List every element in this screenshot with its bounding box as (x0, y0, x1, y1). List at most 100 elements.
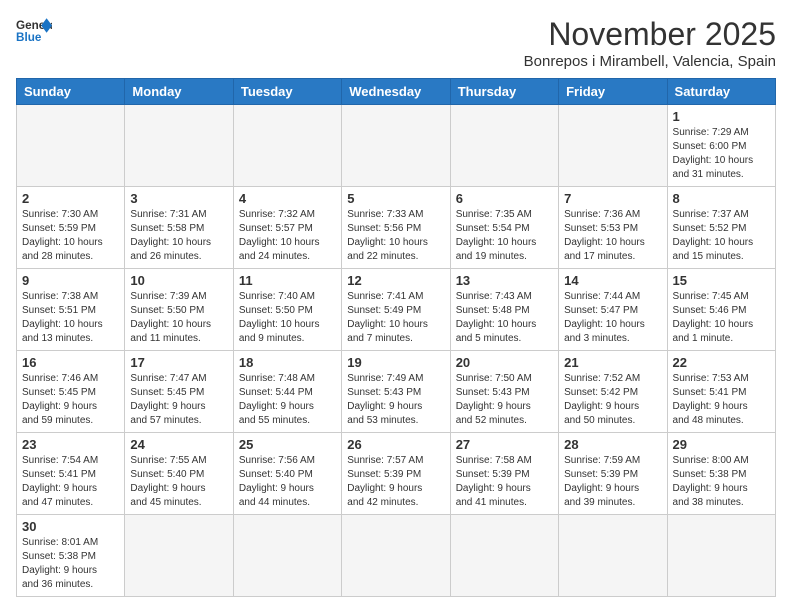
calendar-row: 16Sunrise: 7:46 AM Sunset: 5:45 PM Dayli… (17, 351, 776, 433)
calendar-cell: 1 Sunrise: 7:29 AM Sunset: 6:00 PM Daylig… (667, 105, 775, 187)
day-number: 24 (130, 437, 227, 452)
calendar-cell: 16Sunrise: 7:46 AM Sunset: 5:45 PM Dayli… (17, 351, 125, 433)
calendar-cell: 10Sunrise: 7:39 AM Sunset: 5:50 PM Dayli… (125, 269, 233, 351)
day-number: 26 (347, 437, 444, 452)
calendar-cell: 28 Sunrise: 7:59 AM Sunset: 5:39 PM Dayli… (559, 433, 667, 515)
calendar-cell: 19 Sunrise: 7:49 AM Sunset: 5:43 PM Dayli… (342, 351, 450, 433)
day-number: 13 (456, 273, 553, 288)
day-number: 16 (22, 355, 119, 370)
header-sunday: Sunday (17, 79, 125, 105)
day-info: Sunrise: 7:43 AM Sunset: 5:48 PM Dayligh… (456, 290, 553, 346)
day-info: Sunrise: 7:29 AM Sunset: 6:00 PM Dayligh… (673, 126, 770, 182)
calendar-cell: 20 Sunrise: 7:50 AM Sunset: 5:43 PM Dayli… (450, 351, 558, 433)
day-number: 11 (239, 273, 336, 288)
calendar-cell: 14Sunrise: 7:44 AM Sunset: 5:47 PM Dayli… (559, 269, 667, 351)
day-number: 9 (22, 273, 119, 288)
day-number: 17 (130, 355, 227, 370)
location: Bonrepos i Mirambell, Valencia, Spain (524, 53, 776, 70)
header-monday: Monday (125, 79, 233, 105)
header-tuesday: Tuesday (233, 79, 341, 105)
calendar-cell: 25 Sunrise: 7:56 AM Sunset: 5:40 PM Dayli… (233, 433, 341, 515)
day-info: Sunrise: 7:38 AM Sunset: 5:51 PM Dayligh… (22, 290, 119, 346)
calendar-row: 9 Sunrise: 7:38 AM Sunset: 5:51 PM Daylig… (17, 269, 776, 351)
logo: General Blue (16, 16, 52, 44)
day-info: Sunrise: 7:57 AM Sunset: 5:39 PM Dayligh… (347, 454, 444, 510)
calendar-cell (17, 105, 125, 187)
calendar-cell: 12Sunrise: 7:41 AM Sunset: 5:49 PM Dayli… (342, 269, 450, 351)
day-info: Sunrise: 7:53 AM Sunset: 5:41 PM Dayligh… (673, 372, 770, 428)
header-wednesday: Wednesday (342, 79, 450, 105)
calendar-cell: 7 Sunrise: 7:36 AM Sunset: 5:53 PM Daylig… (559, 187, 667, 269)
day-info: Sunrise: 7:56 AM Sunset: 5:40 PM Dayligh… (239, 454, 336, 510)
day-info: Sunrise: 7:54 AM Sunset: 5:41 PM Dayligh… (22, 454, 119, 510)
day-number: 28 (564, 437, 661, 452)
day-number: 29 (673, 437, 770, 452)
day-info: Sunrise: 7:58 AM Sunset: 5:39 PM Dayligh… (456, 454, 553, 510)
day-info: Sunrise: 7:55 AM Sunset: 5:40 PM Dayligh… (130, 454, 227, 510)
calendar-table: Sunday Monday Tuesday Wednesday Thursday… (16, 78, 776, 597)
day-info: Sunrise: 7:50 AM Sunset: 5:43 PM Dayligh… (456, 372, 553, 428)
calendar-cell: 26 Sunrise: 7:57 AM Sunset: 5:39 PM Dayli… (342, 433, 450, 515)
logo-icon: General Blue (16, 16, 52, 44)
day-info: Sunrise: 8:01 AM Sunset: 5:38 PM Dayligh… (22, 536, 119, 592)
day-info: Sunrise: 7:45 AM Sunset: 5:46 PM Dayligh… (673, 290, 770, 346)
page-header: General Blue November 2025 Bonrepos i Mi… (16, 16, 776, 70)
day-number: 1 (673, 109, 770, 124)
day-number: 12 (347, 273, 444, 288)
calendar-row: 2 Sunrise: 7:30 AM Sunset: 5:59 PM Daylig… (17, 187, 776, 269)
day-number: 18 (239, 355, 336, 370)
calendar-cell: 18Sunrise: 7:48 AM Sunset: 5:44 PM Dayli… (233, 351, 341, 433)
header-saturday: Saturday (667, 79, 775, 105)
day-info: Sunrise: 7:37 AM Sunset: 5:52 PM Dayligh… (673, 208, 770, 264)
day-number: 21 (564, 355, 661, 370)
calendar-cell: 5 Sunrise: 7:33 AM Sunset: 5:56 PM Daylig… (342, 187, 450, 269)
day-number: 25 (239, 437, 336, 452)
day-number: 19 (347, 355, 444, 370)
calendar-cell: 6 Sunrise: 7:35 AM Sunset: 5:54 PM Daylig… (450, 187, 558, 269)
day-number: 5 (347, 191, 444, 206)
day-info: Sunrise: 7:59 AM Sunset: 5:39 PM Dayligh… (564, 454, 661, 510)
calendar-cell (342, 515, 450, 597)
calendar-cell (450, 515, 558, 597)
day-info: Sunrise: 7:33 AM Sunset: 5:56 PM Dayligh… (347, 208, 444, 264)
header-thursday: Thursday (450, 79, 558, 105)
calendar-cell: 15 Sunrise: 7:45 AM Sunset: 5:46 PM Dayli… (667, 269, 775, 351)
day-number: 27 (456, 437, 553, 452)
calendar-cell (233, 105, 341, 187)
day-info: Sunrise: 7:32 AM Sunset: 5:57 PM Dayligh… (239, 208, 336, 264)
day-info: Sunrise: 7:30 AM Sunset: 5:59 PM Dayligh… (22, 208, 119, 264)
day-info: Sunrise: 7:40 AM Sunset: 5:50 PM Dayligh… (239, 290, 336, 346)
month-title: November 2025 (524, 16, 776, 53)
calendar-cell: 13 Sunrise: 7:43 AM Sunset: 5:48 PM Dayli… (450, 269, 558, 351)
calendar-cell: 8Sunrise: 7:37 AM Sunset: 5:52 PM Daylig… (667, 187, 775, 269)
calendar-cell: 2 Sunrise: 7:30 AM Sunset: 5:59 PM Daylig… (17, 187, 125, 269)
day-info: Sunrise: 8:00 AM Sunset: 5:38 PM Dayligh… (673, 454, 770, 510)
day-info: Sunrise: 7:31 AM Sunset: 5:58 PM Dayligh… (130, 208, 227, 264)
calendar-row: 30 Sunrise: 8:01 AM Sunset: 5:38 PM Dayli… (17, 515, 776, 597)
day-number: 22 (673, 355, 770, 370)
day-number: 20 (456, 355, 553, 370)
calendar-row: 1 Sunrise: 7:29 AM Sunset: 6:00 PM Daylig… (17, 105, 776, 187)
svg-text:Blue: Blue (16, 31, 42, 44)
day-number: 14 (564, 273, 661, 288)
day-number: 30 (22, 519, 119, 534)
day-info: Sunrise: 7:35 AM Sunset: 5:54 PM Dayligh… (456, 208, 553, 264)
calendar-cell (342, 105, 450, 187)
day-info: Sunrise: 7:36 AM Sunset: 5:53 PM Dayligh… (564, 208, 661, 264)
day-number: 15 (673, 273, 770, 288)
calendar-cell (125, 105, 233, 187)
day-number: 7 (564, 191, 661, 206)
weekday-header-row: Sunday Monday Tuesday Wednesday Thursday… (17, 79, 776, 105)
calendar-cell: 11 Sunrise: 7:40 AM Sunset: 5:50 PM Dayli… (233, 269, 341, 351)
day-info: Sunrise: 7:49 AM Sunset: 5:43 PM Dayligh… (347, 372, 444, 428)
calendar-cell (559, 515, 667, 597)
calendar-cell (667, 515, 775, 597)
day-number: 6 (456, 191, 553, 206)
day-info: Sunrise: 7:47 AM Sunset: 5:45 PM Dayligh… (130, 372, 227, 428)
calendar-cell (450, 105, 558, 187)
calendar-cell: 23Sunrise: 7:54 AM Sunset: 5:41 PM Dayli… (17, 433, 125, 515)
calendar-cell (233, 515, 341, 597)
day-number: 2 (22, 191, 119, 206)
calendar-cell (125, 515, 233, 597)
calendar-cell: 27 Sunrise: 7:58 AM Sunset: 5:39 PM Dayli… (450, 433, 558, 515)
